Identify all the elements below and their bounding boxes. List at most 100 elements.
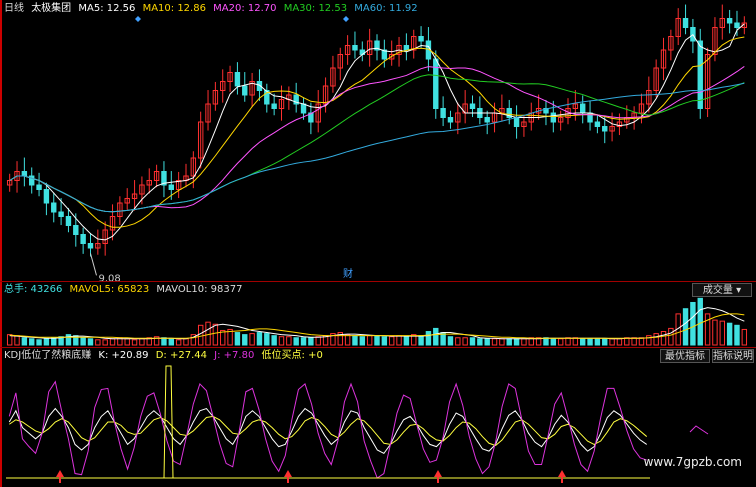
kdj-j-value: J: +7.80 xyxy=(214,350,255,361)
volume-bar xyxy=(102,339,108,346)
candle xyxy=(602,126,608,132)
volume-bar xyxy=(521,338,527,346)
candle xyxy=(352,45,358,51)
low-price-label: 9.08 xyxy=(98,273,120,284)
candle xyxy=(73,225,79,235)
volume-bar xyxy=(43,338,50,346)
chart-canvas: 9.08 财 xyxy=(6,4,748,483)
candle xyxy=(21,171,28,177)
volume-bar xyxy=(653,333,659,346)
candle xyxy=(550,112,557,123)
volume-dropdown-label: 成交量 xyxy=(702,285,733,296)
candle xyxy=(168,184,175,190)
volume-bar xyxy=(205,321,211,346)
volume-bar xyxy=(109,338,116,346)
candle xyxy=(234,72,241,87)
candle xyxy=(51,202,57,213)
volume-bar xyxy=(388,336,395,346)
volume-bar xyxy=(609,338,615,346)
volume-bar xyxy=(168,338,175,346)
candle xyxy=(300,103,307,114)
best-indicator-button[interactable]: 最优指标 xyxy=(660,349,710,363)
price-legend: 日线 太极集团 MA5: 12.56 MA10: 12.86 MA20: 12.… xyxy=(4,3,422,15)
volume-bar xyxy=(433,327,439,346)
volume-bar xyxy=(256,332,263,346)
candle xyxy=(734,22,740,28)
kdj-d-value: D: +27.44 xyxy=(155,350,207,361)
ma60-value: MA60: 11.92 xyxy=(354,3,418,14)
kdj-j-tail xyxy=(689,425,709,435)
volume-bar xyxy=(513,338,520,346)
volume-bar xyxy=(477,338,483,346)
volume-bar xyxy=(197,324,204,346)
event-diamond-icon xyxy=(343,16,349,22)
candle xyxy=(726,18,733,24)
volume-ma-line xyxy=(9,307,745,340)
volume-bar xyxy=(36,339,42,346)
volume-bar xyxy=(95,339,101,346)
volume-bar xyxy=(278,336,285,346)
candle xyxy=(682,18,689,28)
candle xyxy=(58,211,64,217)
volume-bar xyxy=(668,327,674,346)
volume-bar xyxy=(264,333,270,346)
kdj-k-value: K: +20.89 xyxy=(98,350,149,361)
volume-ma-line xyxy=(9,313,745,339)
volume-bar xyxy=(87,338,94,346)
event-diamond-icon xyxy=(135,16,141,22)
volume-bar xyxy=(183,338,189,346)
stock-chart-window: 9.08 财 日线 太极集团 MA5: 12.56 MA10: 12.86 MA2… xyxy=(0,0,756,487)
cai-marker: 财 xyxy=(343,267,353,280)
ma30-value: MA30: 12.53 xyxy=(283,3,348,14)
volume-bar xyxy=(51,337,57,346)
volume-bar xyxy=(14,335,20,346)
indicator-help-button[interactable]: 指标说明 xyxy=(712,349,754,363)
volume-bar xyxy=(455,337,461,346)
volume-bar xyxy=(161,337,167,346)
volume-bar xyxy=(286,336,292,346)
volume-bar xyxy=(660,331,667,346)
volume-bar xyxy=(242,334,248,346)
volume-bar xyxy=(124,338,130,346)
candle xyxy=(469,103,476,109)
kdj-legend: KDJ低位了然粮底赚 K: +20.89 D: +27.44 J: +7.80 … xyxy=(4,350,327,362)
kdj-separator xyxy=(0,347,756,348)
volume-bar xyxy=(374,335,380,346)
volume-bar xyxy=(484,338,490,346)
volume-bar xyxy=(734,324,740,346)
volume-bar xyxy=(271,335,277,346)
volume-indicator-dropdown[interactable]: 成交量 ▾ xyxy=(692,283,752,297)
candle xyxy=(697,40,703,109)
volume-mavol10: MAVOL10: 98377 xyxy=(156,284,243,295)
volume-bar xyxy=(293,337,299,346)
volume-bar xyxy=(396,335,402,346)
kdj-name: KDJ低位了然粮底赚 xyxy=(4,350,92,361)
volume-bar xyxy=(572,337,579,346)
volume-bar xyxy=(175,339,182,346)
volume-bar xyxy=(550,338,557,346)
buy-arrow-icon xyxy=(558,470,566,477)
volume-bar xyxy=(139,338,145,346)
kdj-buy-value: 低位买点: +0 xyxy=(261,350,323,361)
volume-bar xyxy=(506,338,512,346)
volume-bar xyxy=(315,336,321,346)
volume-bar xyxy=(80,337,86,346)
volume-bar xyxy=(366,335,373,346)
period-label[interactable]: 日线 xyxy=(4,3,24,14)
volume-bar xyxy=(704,313,711,346)
candle xyxy=(418,36,424,42)
ma60-line xyxy=(9,82,745,213)
candle xyxy=(433,58,439,109)
candle xyxy=(513,117,520,127)
volume-mavol5: MAVOL5: 65823 xyxy=(69,284,150,295)
volume-bar xyxy=(29,338,35,346)
volume-bar xyxy=(726,322,733,346)
candle xyxy=(447,117,454,123)
candle xyxy=(403,45,410,51)
watermark: www.7gpzb.com xyxy=(643,455,742,469)
volume-bar xyxy=(212,323,219,346)
volume-total: 总手: 43266 xyxy=(4,284,63,295)
candle xyxy=(65,216,72,226)
candle xyxy=(484,117,490,123)
volume-bar xyxy=(21,337,28,346)
